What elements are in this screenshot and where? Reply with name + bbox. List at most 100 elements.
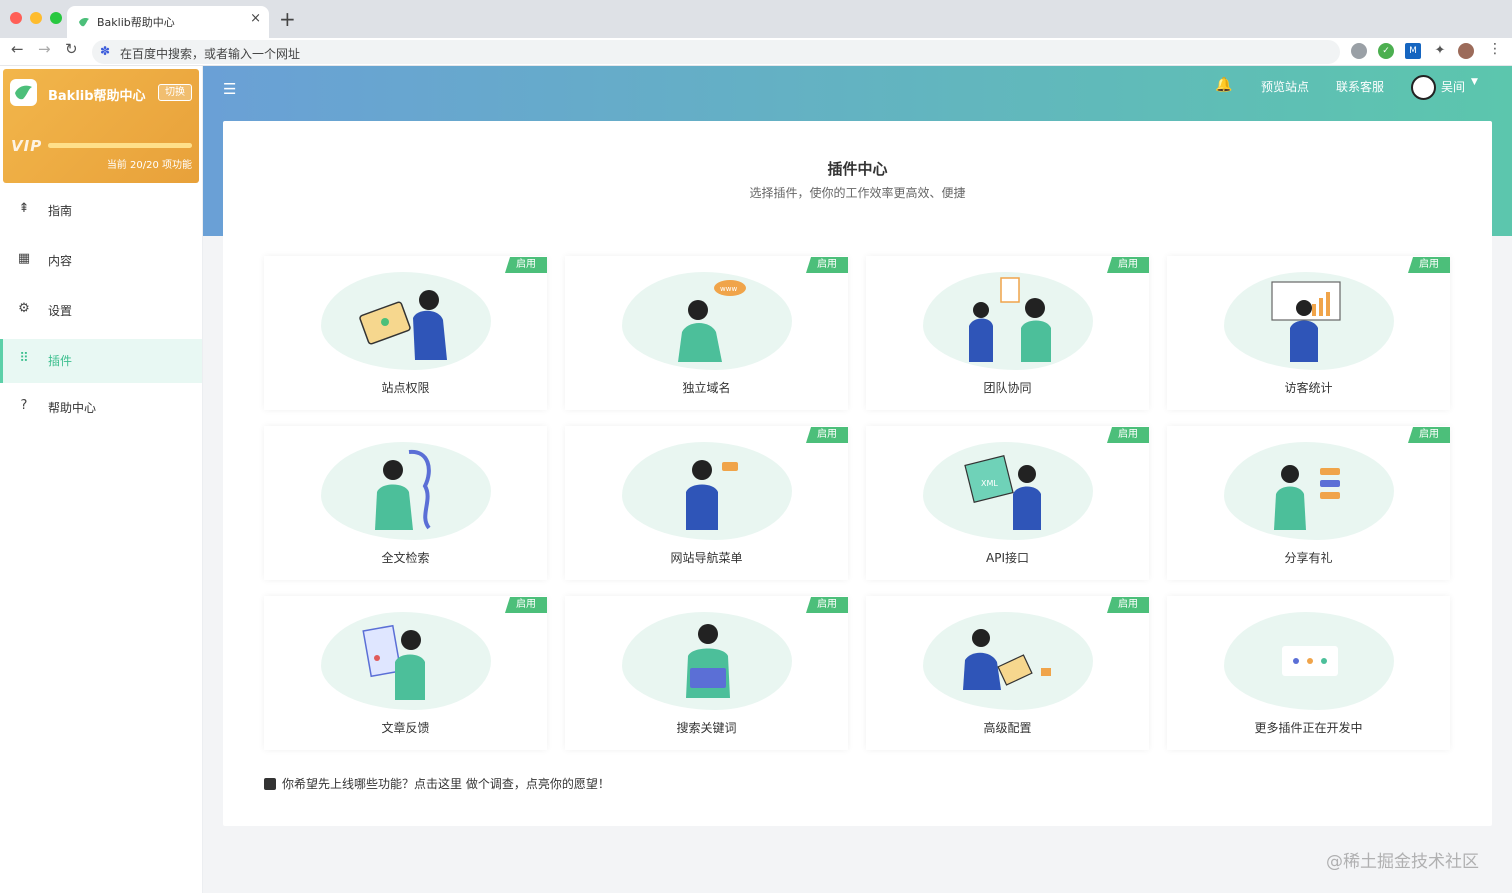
chevron-down-icon[interactable]: ▼ (1471, 77, 1478, 87)
plugin-card-team-collaboration[interactable]: 启用 团队协同 (866, 256, 1149, 410)
sidebar-item-help[interactable]: ? 帮助中心 (0, 386, 202, 430)
plugin-name: 团队协同 (983, 381, 1032, 395)
user-name[interactable]: 吴间 (1441, 78, 1465, 95)
page-subtitle: 选择插件，使你的工作效率更高效、便捷 (749, 186, 966, 200)
minimize-window-button[interactable] (30, 12, 42, 24)
guide-icon: ⇞ (18, 201, 30, 216)
plugin-name: 访客统计 (1284, 381, 1333, 395)
tab-title: Baklib帮助中心 (97, 16, 175, 29)
content-grid-icon: ▦ (17, 251, 31, 266)
address-placeholder[interactable]: 在百度中搜索，或者输入一个网址 (120, 45, 300, 62)
more-dots-illustration (1282, 646, 1338, 676)
baidu-paw-icon: ✽ (100, 44, 111, 58)
plugin-card-full-text-search[interactable]: 全文检索 (264, 426, 547, 580)
laptop-person-illustration (359, 290, 447, 360)
new-tab-button[interactable]: + (279, 7, 296, 31)
plugin-card-custom-domain[interactable]: 启用 www 独立域名 (565, 256, 848, 410)
enabled-badge: 启用 (1408, 427, 1450, 443)
sidebar-item-label: 帮助中心 (48, 401, 97, 415)
enabled-badge: 启用 (806, 427, 848, 443)
sidebar-item-plugins[interactable]: ⠿ 插件 (0, 339, 202, 383)
menu-toggle-icon[interactable]: ☰ (223, 80, 236, 98)
sidebar-item-label: 内容 (48, 254, 73, 268)
svg-text:XML: XML (981, 479, 998, 488)
woman-share-illustration (1274, 465, 1340, 530)
vip-usage-bar (48, 143, 192, 148)
xml-card-illustration: XML (964, 454, 1041, 530)
gear-icon: ⚙ (18, 301, 30, 316)
plugin-name: 分享有礼 (1284, 551, 1333, 565)
stats-board-illustration (1271, 281, 1341, 362)
bell-icon[interactable]: 🔔 (1215, 77, 1232, 93)
switch-site-button[interactable]: 切换 (158, 84, 192, 101)
address-bar[interactable]: ✽ 在百度中搜索，或者输入一个网址 (92, 40, 1340, 64)
plugin-card-more-coming: 更多插件正在开发中 (1167, 596, 1450, 750)
help-icon: ? (20, 398, 28, 413)
enabled-badge: 启用 (806, 597, 848, 613)
bird-icon (79, 18, 89, 27)
plugin-name: 站点权限 (381, 381, 430, 395)
woman-thinking-illustration: www (678, 280, 746, 362)
plugin-card-api[interactable]: 启用 XML API接口 (866, 426, 1149, 580)
sidebar-item-label: 设置 (48, 304, 73, 318)
vip-usage-fill (48, 143, 192, 148)
plugin-name: 独立域名 (682, 381, 731, 395)
plugin-name: 高级配置 (983, 721, 1032, 735)
survey-text: 你希望先上线哪些功能？点击这里 做个调查，点亮你的愿望！ (282, 777, 610, 791)
extensions-puzzle-icon[interactable]: ✦ (1432, 43, 1448, 59)
browser-titlebar: Baklib帮助中心 × + (0, 0, 1512, 38)
back-arrow-icon[interactable]: ← (11, 40, 24, 58)
plugin-name: 文章反馈 (381, 721, 430, 735)
sidebar-item-guide[interactable]: ⇞ 指南 (0, 189, 202, 233)
maximize-window-button[interactable] (50, 12, 62, 24)
app: Baklib帮助中心 切换 VIP 当前 20/20 项功能 ⇞ 指南 ▦ 内容… (0, 66, 1512, 893)
plugin-name: 搜索关键词 (676, 721, 737, 735)
plugin-card-search-keywords[interactable]: 启用 搜索关键词 (565, 596, 848, 750)
sidebar-item-settings[interactable]: ⚙ 设置 (0, 289, 202, 333)
forward-arrow-icon[interactable]: → (38, 40, 51, 58)
woman-reading-illustration (375, 449, 431, 530)
sidebar: Baklib帮助中心 切换 VIP 当前 20/20 项功能 ⇞ 指南 ▦ 内容… (0, 66, 203, 893)
site-card: Baklib帮助中心 切换 VIP 当前 20/20 项功能 (3, 69, 199, 183)
plugin-card-visitor-stats[interactable]: 启用 访客统计 (1167, 256, 1450, 410)
plugin-card-advanced-config[interactable]: 启用 高级配置 (866, 596, 1149, 750)
plugin-name: 更多插件正在开发中 (1254, 721, 1363, 735)
contact-support-link[interactable]: 联系客服 (1336, 78, 1384, 95)
browser-tab[interactable]: Baklib帮助中心 × (67, 6, 269, 38)
plugin-card-referral-gift[interactable]: 启用 分享有礼 (1167, 426, 1450, 580)
svg-text:www: www (720, 285, 737, 293)
reload-icon[interactable]: ↻ (65, 40, 78, 58)
plugin-card-article-feedback[interactable]: 启用 文章反馈 (264, 596, 547, 750)
extension-m-icon[interactable]: M (1405, 43, 1421, 59)
feedback-form-illustration (362, 624, 425, 700)
profile-avatar-icon[interactable] (1458, 43, 1474, 59)
enabled-badge: 启用 (1107, 597, 1149, 613)
site-logo-icon (10, 79, 37, 106)
sidebar-item-content[interactable]: ▦ 内容 (0, 239, 202, 283)
page-title: 插件中心 (827, 160, 888, 178)
preview-site-link[interactable]: 预览站点 (1261, 78, 1309, 95)
sidebar-item-label: 插件 (48, 354, 73, 368)
vip-label: VIP (11, 137, 43, 155)
checklist-icon (264, 778, 276, 790)
enabled-badge: 启用 (505, 257, 547, 273)
survey-link[interactable]: 你希望先上线哪些功能？点击这里 做个调查，点亮你的愿望！ (264, 775, 610, 792)
plugin-card-site-navigation-menu[interactable]: 启用 网站导航菜单 (565, 426, 848, 580)
plugin-center-panel: 插件中心 选择插件，使你的工作效率更高效、便捷 启用 站点权限 启用 www 独… (223, 121, 1492, 826)
plugin-name: API接口 (986, 551, 1029, 565)
plugin-card-site-permission[interactable]: 启用 站点权限 (264, 256, 547, 410)
watermark: @稀土掘金技术社区 (1326, 852, 1479, 872)
tab-close-icon[interactable]: × (250, 11, 261, 26)
plugin-grid-icon: ⠿ (19, 351, 29, 366)
browser-menu-icon[interactable]: ⋮ (1488, 41, 1502, 57)
extension-check-icon[interactable]: ✓ (1378, 43, 1394, 59)
user-avatar[interactable] (1411, 75, 1436, 100)
enabled-badge: 启用 (806, 257, 848, 273)
vip-usage-count: 当前 20/20 项功能 (106, 160, 192, 171)
browser-toolbar: ← → ↻ ✽ 在百度中搜索，或者输入一个网址 ✓ M ✦ ⋮ (0, 38, 1512, 66)
enabled-badge: 启用 (505, 597, 547, 613)
close-window-button[interactable] (10, 12, 22, 24)
extension-globe-icon[interactable] (1351, 43, 1367, 59)
sidebar-item-label: 指南 (48, 204, 73, 218)
man-phone-illustration (686, 460, 738, 530)
